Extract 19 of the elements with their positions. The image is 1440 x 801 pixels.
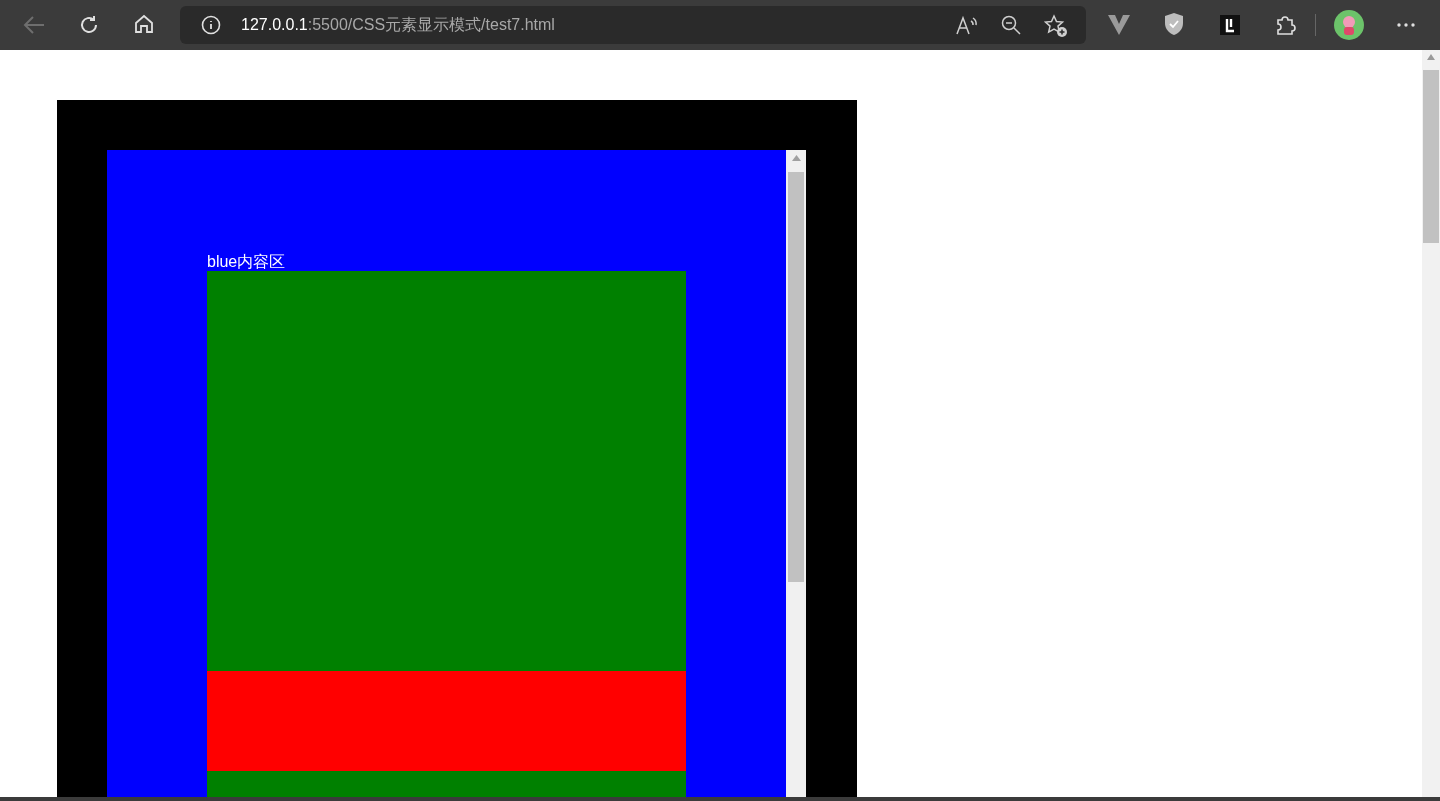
page-scrollbar[interactable]: [1422, 50, 1440, 797]
home-icon[interactable]: [134, 14, 154, 34]
reload-icon[interactable]: [78, 14, 100, 36]
more-icon[interactable]: [1397, 23, 1415, 27]
info-icon[interactable]: [201, 15, 221, 35]
read-aloud-icon[interactable]: [956, 15, 978, 35]
scroll-thumb[interactable]: [1423, 70, 1439, 243]
scroll-thumb[interactable]: [788, 172, 804, 582]
zoom-out-icon[interactable]: [1001, 15, 1021, 35]
url-text: 127.0.0.1:5500/CSS元素显示模式/test7.html: [241, 15, 555, 35]
content-label: blue内容区: [207, 252, 286, 271]
add-favorite-icon[interactable]: [1044, 14, 1068, 38]
v-logo-icon[interactable]: [1108, 15, 1130, 35]
extensions-icon[interactable]: [1274, 14, 1296, 36]
address-bar[interactable]: 127.0.0.1:5500/CSS元素显示模式/test7.html: [180, 6, 1086, 44]
avatar-icon[interactable]: [1334, 10, 1364, 40]
scrollbar[interactable]: [786, 150, 806, 797]
shield-icon[interactable]: [1164, 12, 1184, 36]
letter-tile-icon[interactable]: [1220, 15, 1240, 35]
